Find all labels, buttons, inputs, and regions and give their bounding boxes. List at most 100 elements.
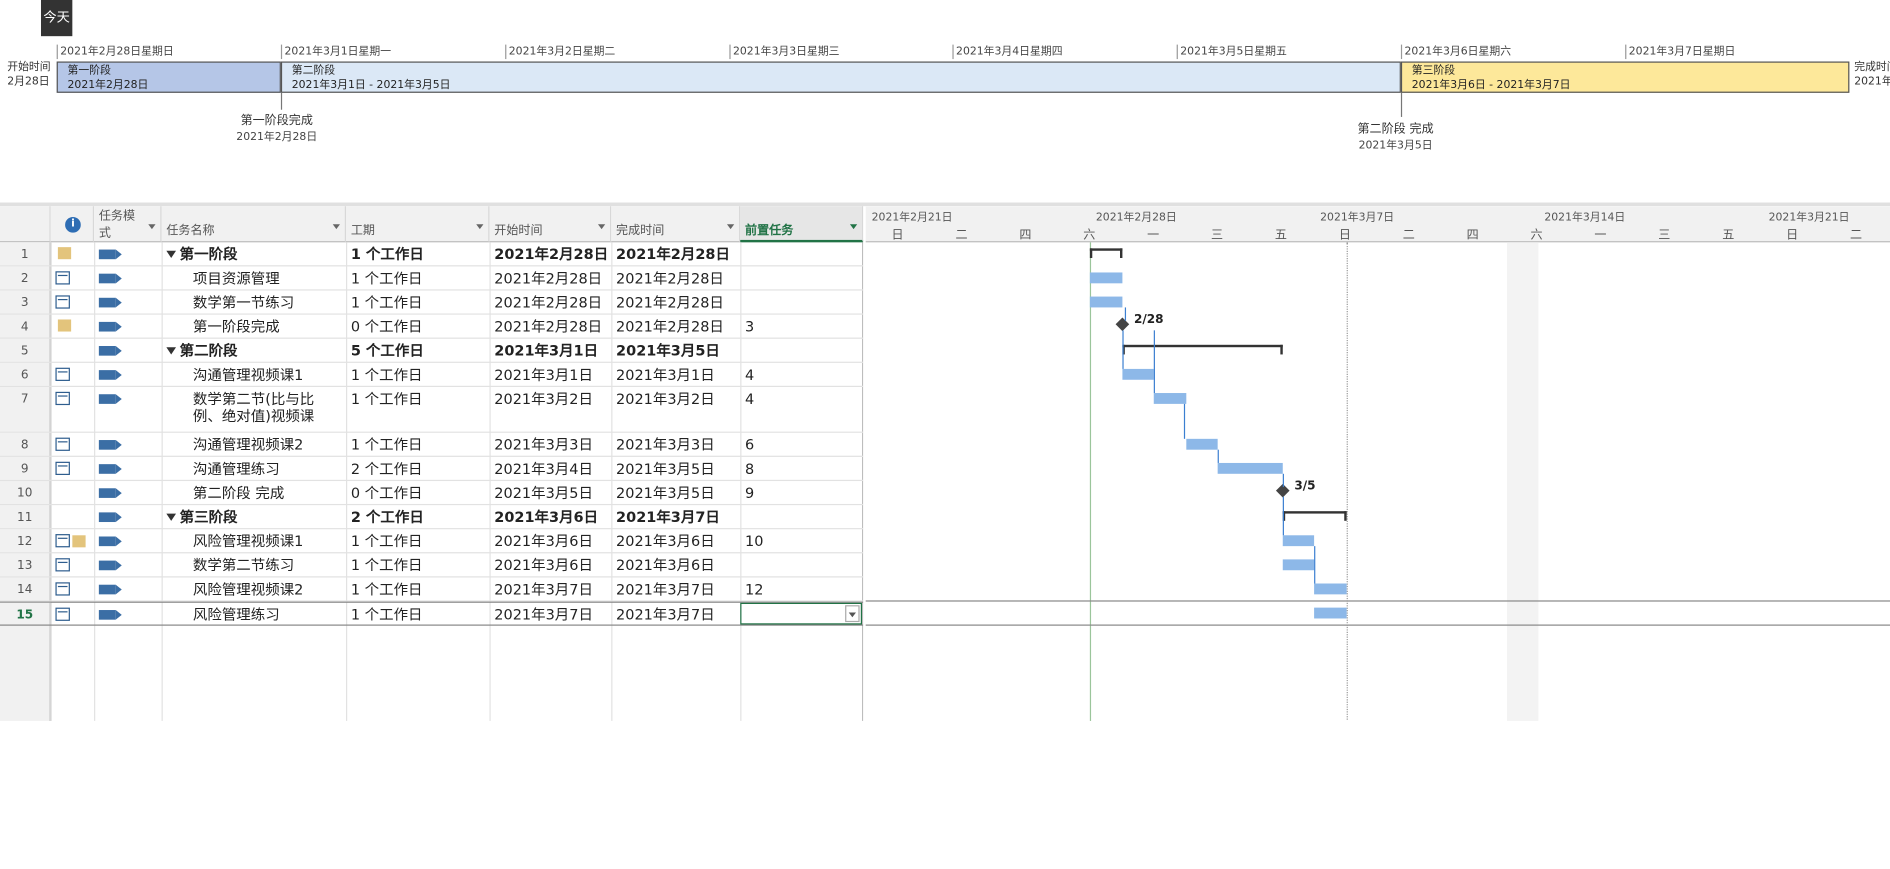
task-mode-cell[interactable]: [94, 481, 162, 504]
dropdown-button[interactable]: [845, 605, 860, 623]
task-mode-cell[interactable]: [94, 529, 162, 552]
row-number[interactable]: 7: [0, 386, 51, 432]
task-name-cell[interactable]: 项目资源管理: [162, 266, 346, 289]
collapse-icon[interactable]: [166, 513, 177, 521]
header-start[interactable]: 开始时间: [489, 206, 612, 243]
duration-cell[interactable]: 2 个工作日: [346, 505, 489, 528]
table-row[interactable]: 9 沟通管理练习 2 个工作日 2021年3月4日 2021年3月5日 8: [0, 456, 864, 482]
duration-cell[interactable]: 1 个工作日: [346, 242, 489, 265]
row-number[interactable]: 11: [0, 505, 51, 529]
task-name-cell[interactable]: 数学第二节(比与比 例、绝对值)视频课: [162, 387, 346, 432]
table-row[interactable]: 10 第二阶段 完成 0 个工作日 2021年3月5日 2021年3月5日 9: [0, 481, 864, 506]
row-number[interactable]: 10: [0, 481, 51, 504]
start-cell[interactable]: 2021年3月6日: [489, 505, 611, 528]
start-cell[interactable]: 2021年3月2日: [489, 387, 611, 432]
predecessor-cell[interactable]: [740, 291, 862, 314]
table-row[interactable]: 4 第一阶段完成 0 个工作日 2021年2月28日 2021年2月28日 3: [0, 314, 864, 339]
task-bar[interactable]: [1153, 393, 1187, 404]
table-row[interactable]: 15 风险管理练习 1 个工作日 2021年3月7日 2021年3月7日: [0, 601, 864, 626]
summary-bar[interactable]: [1089, 248, 1122, 251]
finish-cell[interactable]: 2021年3月3日: [611, 433, 740, 456]
header-mode[interactable]: 任务模式: [94, 206, 162, 243]
duration-cell[interactable]: 1 个工作日: [346, 387, 489, 432]
task-mode-cell[interactable]: [94, 577, 162, 600]
header-pred[interactable]: 前置任务: [740, 206, 864, 243]
finish-cell[interactable]: 2021年3月7日: [611, 577, 740, 600]
start-cell[interactable]: 2021年3月6日: [489, 553, 611, 576]
row-number[interactable]: 6: [0, 362, 51, 386]
table-row[interactable]: 11 第三阶段 2 个工作日 2021年3月6日 2021年3月7日: [0, 505, 864, 530]
duration-cell[interactable]: 2 个工作日: [346, 457, 489, 480]
task-mode-cell[interactable]: [94, 553, 162, 576]
row-number[interactable]: 8: [0, 432, 51, 456]
chevron-down-icon[interactable]: [476, 224, 484, 230]
predecessor-cell[interactable]: 10: [740, 529, 862, 552]
header-rownum[interactable]: [0, 206, 51, 243]
task-name-cell[interactable]: 第二阶段: [162, 339, 346, 362]
task-name-cell[interactable]: 第一阶段: [162, 242, 346, 265]
duration-cell[interactable]: 1 个工作日: [346, 529, 489, 552]
start-cell[interactable]: 2021年3月3日: [489, 433, 611, 456]
start-cell[interactable]: 2021年2月28日: [489, 266, 611, 289]
finish-cell[interactable]: 2021年2月28日: [611, 291, 740, 314]
start-cell[interactable]: 2021年3月4日: [489, 457, 611, 480]
summary-bar-cap[interactable]: [1089, 248, 1093, 258]
predecessor-cell[interactable]: [740, 553, 862, 576]
task-name-cell[interactable]: 风险管理练习: [162, 603, 346, 625]
task-name-cell[interactable]: 沟通管理视频课2: [162, 433, 346, 456]
start-cell[interactable]: 2021年2月28日: [489, 315, 611, 338]
chevron-down-icon[interactable]: [726, 224, 735, 230]
task-mode-cell[interactable]: [94, 505, 162, 528]
duration-cell[interactable]: 0 个工作日: [346, 315, 489, 338]
timeline-band-phase2[interactable]: 第二阶段 2021年3月1日 - 2021年3月5日: [280, 61, 1401, 93]
chevron-down-icon[interactable]: [849, 224, 858, 230]
task-bar[interactable]: [1186, 438, 1219, 450]
timeline-milestone-phase1[interactable]: 第一阶段完成 2021年2月28日: [236, 110, 317, 144]
task-bar[interactable]: [1218, 462, 1283, 474]
task-bar[interactable]: [1282, 559, 1315, 571]
duration-cell[interactable]: 1 个工作日: [346, 266, 489, 289]
summary-bar-cap[interactable]: [1343, 511, 1347, 521]
finish-cell[interactable]: 2021年2月28日: [611, 242, 740, 265]
table-row[interactable]: 1 第一阶段 1 个工作日 2021年2月28日 2021年2月28日: [0, 242, 864, 267]
chevron-down-icon[interactable]: [332, 224, 340, 230]
task-name-cell[interactable]: 第二阶段 完成: [162, 481, 346, 504]
finish-cell[interactable]: 2021年3月5日: [611, 481, 740, 504]
predecessor-cell[interactable]: 9: [740, 481, 862, 504]
start-cell[interactable]: 2021年3月1日: [489, 363, 611, 386]
row-number[interactable]: 2: [0, 266, 51, 290]
task-name-cell[interactable]: 数学第一节练习: [162, 291, 346, 314]
predecessor-cell[interactable]: [740, 602, 863, 625]
task-bar[interactable]: [1314, 583, 1347, 595]
task-name-cell[interactable]: 第三阶段: [162, 505, 346, 528]
header-name[interactable]: 任务名称: [161, 206, 347, 243]
predecessor-cell[interactable]: 4: [740, 363, 862, 386]
start-cell[interactable]: 2021年2月28日: [489, 242, 611, 265]
task-name-cell[interactable]: 风险管理视频课1: [162, 529, 346, 552]
start-cell[interactable]: 2021年2月28日: [489, 291, 611, 314]
summary-bar-cap[interactable]: [1279, 344, 1283, 355]
row-number[interactable]: 1: [0, 242, 51, 266]
start-cell[interactable]: 2021年3月6日: [489, 529, 611, 552]
finish-cell[interactable]: 2021年3月2日: [611, 387, 740, 432]
summary-bar[interactable]: [1282, 511, 1347, 514]
task-bar[interactable]: [1089, 296, 1122, 308]
task-name-cell[interactable]: 沟通管理练习: [162, 457, 346, 480]
row-number[interactable]: 4: [0, 314, 51, 338]
row-number[interactable]: 15: [0, 602, 51, 625]
header-duration[interactable]: 工期: [346, 206, 490, 243]
collapse-icon[interactable]: [166, 347, 177, 355]
duration-cell[interactable]: 1 个工作日: [346, 433, 489, 456]
chevron-down-icon[interactable]: [597, 224, 606, 230]
finish-cell[interactable]: 2021年3月1日: [611, 363, 740, 386]
finish-cell[interactable]: 2021年2月28日: [611, 266, 740, 289]
row-number[interactable]: 3: [0, 290, 51, 314]
task-mode-cell[interactable]: [94, 339, 162, 362]
timeline-band-phase3[interactable]: 第三阶段 2021年3月6日 - 2021年3月7日: [1400, 61, 1850, 93]
duration-cell[interactable]: 1 个工作日: [346, 291, 489, 314]
predecessor-cell[interactable]: 6: [740, 433, 862, 456]
task-bar[interactable]: [1089, 272, 1122, 284]
task-name-cell[interactable]: 沟通管理视频课1: [162, 363, 346, 386]
predecessor-cell[interactable]: [740, 339, 862, 362]
finish-cell[interactable]: 2021年3月6日: [611, 529, 740, 552]
